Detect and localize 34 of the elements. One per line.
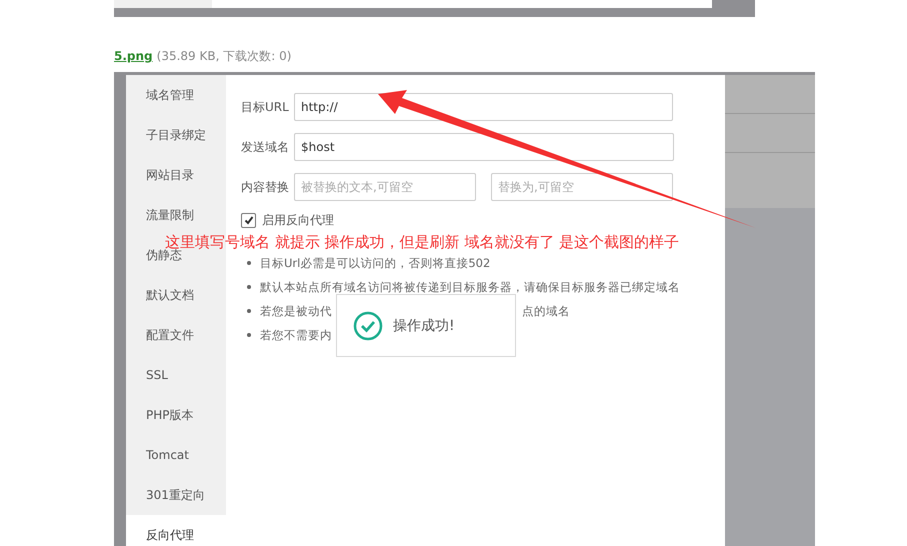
sidebar-item[interactable]: 301重定向 [146, 488, 205, 502]
sidebar-item[interactable]: PHP版本 [146, 408, 194, 422]
input-field[interactable]: $host [294, 133, 674, 161]
sidebar-item[interactable]: 网站目录 [146, 168, 194, 182]
input-field[interactable]: http:// [294, 93, 673, 121]
bullet-icon [247, 261, 251, 265]
sidebar-item[interactable]: Tomcat [146, 448, 189, 462]
note-text: 默认本站点所有域名访问将被传递到目标服务器，请确保目标服务器已绑定域名 [260, 280, 680, 294]
sidebar-item[interactable]: 配置文件 [146, 328, 194, 342]
annotation-text: 这里填写号域名 就提示 操作成功，但是刷新 域名就没有了 是这个截图的样子 [165, 234, 680, 250]
toast-message: 操作成功! [393, 316, 455, 334]
check-circle-icon [353, 310, 383, 340]
attachment-meta: (35.89 KB, 下载次数: 0) [156, 48, 292, 64]
checkbox[interactable] [241, 212, 256, 228]
bullet-icon [247, 285, 251, 289]
note-text: 目标Url必需是可以访问的，否则将直接502 [260, 256, 490, 270]
sidebar-item[interactable]: 伪静态 [146, 248, 182, 262]
attachment-link[interactable]: 5.png [114, 49, 153, 63]
note-text: 若您不需要内 [260, 328, 332, 342]
sidebar-item[interactable]: 域名管理 [146, 88, 194, 102]
field-label: 目标URL [241, 98, 290, 116]
field-label: 发送域名 [241, 138, 290, 156]
bullet-icon [247, 309, 251, 313]
bullet-icon [247, 333, 251, 337]
sidebar-item[interactable]: 默认文档 [146, 288, 194, 302]
sidebar-item[interactable]: 子目录绑定 [146, 128, 206, 142]
input-field[interactable]: 替换为,可留空 [491, 173, 673, 201]
sidebar-item[interactable]: SSL [146, 368, 168, 382]
input-field[interactable]: 被替换的文本,可留空 [294, 173, 476, 201]
field-label: 内容替换 [241, 178, 290, 196]
sidebar-item[interactable]: 流量限制 [146, 208, 194, 222]
note-text: 点的域名 [522, 304, 570, 318]
note-text: 若您是被动代 [260, 304, 332, 318]
checkbox-label: 启用反向代理 [262, 212, 334, 228]
